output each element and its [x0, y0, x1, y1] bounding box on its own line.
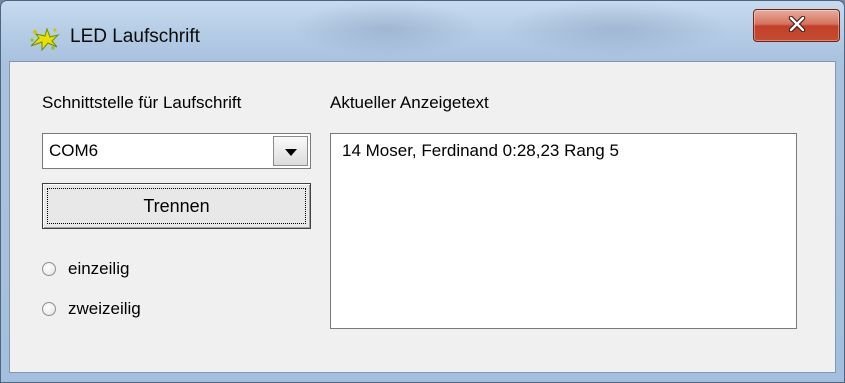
port-select[interactable]: COM6	[42, 133, 311, 169]
close-icon	[788, 15, 806, 36]
port-select-dropdown-button[interactable]	[273, 136, 308, 166]
disconnect-button[interactable]: Trennen	[42, 183, 311, 229]
interface-label: Schnittstelle für Laufschrift	[42, 93, 242, 112]
close-button[interactable]	[753, 9, 840, 42]
display-text-box[interactable]: 14 Moser, Ferdinand 0:28,23 Rang 5	[330, 133, 797, 329]
port-select-value: COM6	[49, 141, 99, 160]
title-bar-glass-reflection	[291, 1, 481, 57]
disconnect-button-label: Trennen	[47, 188, 306, 224]
led-sparkle-icon	[27, 26, 61, 52]
radio-single-line-label: einzeilig	[68, 259, 130, 278]
radio-circle-icon	[42, 302, 56, 316]
chevron-down-icon	[284, 142, 297, 161]
window-title: LED Laufschrift	[70, 26, 200, 47]
client-area: Schnittstelle für Laufschrift Aktueller …	[9, 61, 836, 373]
title-bar[interactable]: LED Laufschrift	[1, 1, 844, 61]
radio-circle-icon	[42, 262, 56, 276]
app-window: LED Laufschrift Schnittstelle für Laufsc…	[0, 0, 845, 383]
radio-two-line[interactable]: zweizeilig	[42, 296, 242, 322]
title-bar-glass-reflection	[501, 1, 731, 57]
radio-single-line[interactable]: einzeilig	[42, 256, 242, 282]
display-text-content: 14 Moser, Ferdinand 0:28,23 Rang 5	[342, 141, 619, 160]
display-text-label: Aktueller Anzeigetext	[330, 93, 489, 112]
radio-two-line-label: zweizeilig	[68, 299, 141, 318]
